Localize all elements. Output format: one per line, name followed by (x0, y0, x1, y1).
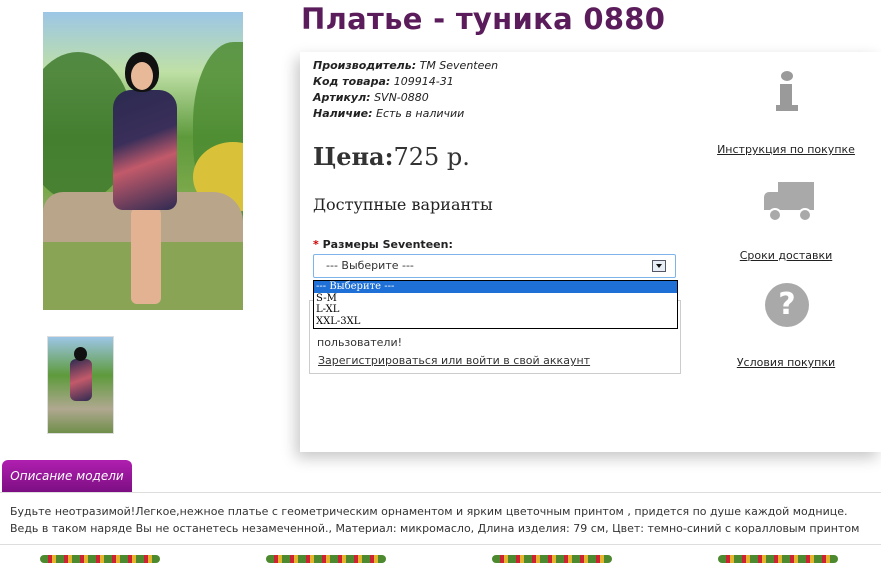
page-title: Платье - туника 0880 (301, 2, 666, 36)
product-description: Будьте неотразимой!Легкое,нежное платье … (0, 492, 881, 545)
size-option[interactable]: --- Выберите --- (314, 281, 677, 293)
meta-availability: Наличие: Есть в наличии (313, 107, 465, 120)
delivery-terms-link[interactable]: Сроки доставки (716, 249, 856, 262)
meta-manufacturer: Производитель: TM Seventeen (313, 59, 499, 72)
question-icon: ? (765, 283, 809, 327)
product-thumbnail[interactable] (47, 336, 114, 434)
size-select[interactable]: --- Выберите --- (313, 254, 676, 278)
decoration-garland (40, 555, 160, 563)
tab-description[interactable]: Описание модели (2, 460, 132, 492)
truck-icon (764, 182, 814, 222)
variants-heading: Доступные варианты (313, 195, 493, 214)
purchase-instruction-link[interactable]: Инструкция по покупке (716, 143, 856, 156)
chevron-down-icon[interactable] (652, 260, 666, 272)
size-option[interactable]: L-XL (314, 304, 677, 316)
decoration-garland (492, 555, 612, 563)
size-dropdown-list[interactable]: --- Выберите --- S-M L-XL XXL-3XL (313, 280, 678, 329)
purchase-conditions-link[interactable]: Условия покупки (716, 356, 856, 369)
size-option[interactable]: S-M (314, 293, 677, 305)
product-meta: Производитель: TM Seventeen Код товара: … (313, 58, 498, 122)
decoration-garland (718, 555, 838, 563)
meta-sku: Артикул: SVN-0880 (313, 91, 429, 104)
size-label: * Размеры Seventeen: (313, 238, 453, 251)
price: Цена:725 р. (313, 142, 470, 171)
product-main-image[interactable] (43, 12, 243, 310)
info-icon (776, 71, 798, 113)
decoration-garland (266, 555, 386, 563)
login-notice-text: пользователи! (317, 336, 403, 349)
size-option[interactable]: XXL-3XL (314, 316, 677, 328)
login-register-link[interactable]: Зарегистрироваться или войти в свой акка… (318, 354, 590, 367)
meta-product-code: Код товара: 109914-31 (313, 75, 454, 88)
